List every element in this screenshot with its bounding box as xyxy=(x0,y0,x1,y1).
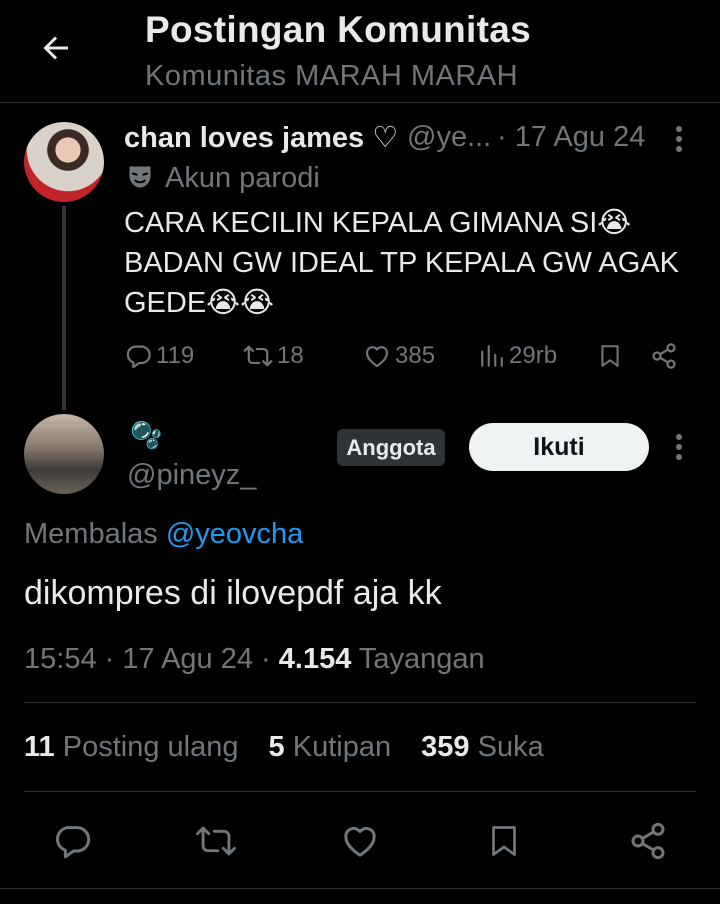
more-vertical-icon xyxy=(676,434,682,460)
views-count: 4.154 xyxy=(278,643,352,675)
views-count: 29rb xyxy=(509,342,558,369)
parody-mask-icon xyxy=(129,166,151,188)
reply-action[interactable]: 119 xyxy=(124,334,194,378)
post-time[interactable]: 15:54 xyxy=(24,643,97,675)
parody-label: Akun parodi xyxy=(165,162,320,194)
repost-icon xyxy=(195,826,237,856)
reposts-label: Posting ulang xyxy=(62,731,239,763)
member-badge: Anggota xyxy=(337,429,445,466)
bookmark-action[interactable] xyxy=(597,334,623,378)
bookmark-icon xyxy=(492,826,516,856)
repost-count: 18 xyxy=(277,342,304,369)
reply-prefix: Membalas xyxy=(24,518,158,550)
reply-icon xyxy=(126,345,151,369)
replying-to: Membalas @yeovcha xyxy=(24,518,303,551)
display-name[interactable]: chan loves james ♡ xyxy=(124,120,398,155)
bookmark-button[interactable] xyxy=(480,817,528,865)
repost-action[interactable]: 18 xyxy=(243,334,304,378)
post-text: dikompres di ilovepdf aja kk xyxy=(24,574,442,612)
header: Postingan Komunitas Komunitas MARAH MARA… xyxy=(0,0,720,103)
likes-count: 359 xyxy=(421,731,470,763)
quotes-stat[interactable]: 5 Kutipan xyxy=(269,731,392,763)
like-count: 385 xyxy=(395,342,436,369)
user-handle[interactable]: @ye... xyxy=(407,121,491,154)
avatar[interactable] xyxy=(24,414,104,494)
back-button[interactable] xyxy=(34,26,78,70)
share-button[interactable] xyxy=(624,817,672,865)
share-icon xyxy=(652,343,676,369)
arrow-left-icon xyxy=(43,36,68,60)
post-date[interactable]: · 17 Agu 24 xyxy=(497,121,645,154)
bottom-actions xyxy=(0,815,720,867)
follow-button[interactable]: Ikuti xyxy=(469,423,649,471)
reposts-stat[interactable]: 11 Posting ulang xyxy=(24,731,238,763)
likes-label: Suka xyxy=(477,731,544,763)
reply-count: 119 xyxy=(156,342,195,369)
engagement-stats: 11 Posting ulang 5 Kutipan 359 Suka xyxy=(24,731,566,764)
divider xyxy=(0,888,720,889)
user-handle[interactable]: @pineyz_ xyxy=(127,459,256,492)
quotes-count: 5 xyxy=(268,731,285,763)
views-action[interactable]: 29rb xyxy=(479,334,557,378)
post-text: CARA KECILIN KEPALA GIMANA SI😭 BADAN GW … xyxy=(124,207,679,319)
bubble-emoji: 🫧 xyxy=(130,420,163,450)
page-title: Postingan Komunitas xyxy=(145,9,531,50)
repost-icon xyxy=(243,345,273,367)
like-action[interactable]: 385 xyxy=(363,334,435,378)
thread-line xyxy=(62,206,66,410)
quotes-label: Kutipan xyxy=(292,731,392,763)
reply-icon xyxy=(55,826,91,859)
views-label: Tayangan xyxy=(358,643,485,675)
more-options-button[interactable] xyxy=(662,122,696,156)
more-options-button[interactable] xyxy=(662,430,696,464)
like-button[interactable] xyxy=(336,817,384,865)
bookmark-icon xyxy=(601,345,619,367)
reply-button[interactable] xyxy=(48,817,96,865)
divider xyxy=(24,791,696,792)
community-name[interactable]: Komunitas MARAH MARAH xyxy=(145,60,518,93)
post-actions: 119 18 385 29rb xyxy=(0,334,720,378)
bar-chart-icon xyxy=(481,345,503,367)
more-vertical-icon xyxy=(676,126,682,152)
likes-stat[interactable]: 359 Suka xyxy=(421,731,544,763)
post-meta: 15:54 · 17 Agu 24 · 4.154 Tayangan xyxy=(24,643,485,676)
reply-mention-link[interactable]: @yeovcha xyxy=(166,518,303,550)
share-action[interactable] xyxy=(650,334,678,378)
share-icon xyxy=(631,822,665,860)
avatar[interactable] xyxy=(24,122,104,202)
reposts-count: 11 xyxy=(24,731,55,763)
repost-button[interactable] xyxy=(192,817,240,865)
divider xyxy=(24,702,696,703)
heart-icon xyxy=(344,826,376,857)
heart-icon xyxy=(365,346,389,368)
post-date[interactable]: · 17 Agu 24 · xyxy=(105,643,271,675)
